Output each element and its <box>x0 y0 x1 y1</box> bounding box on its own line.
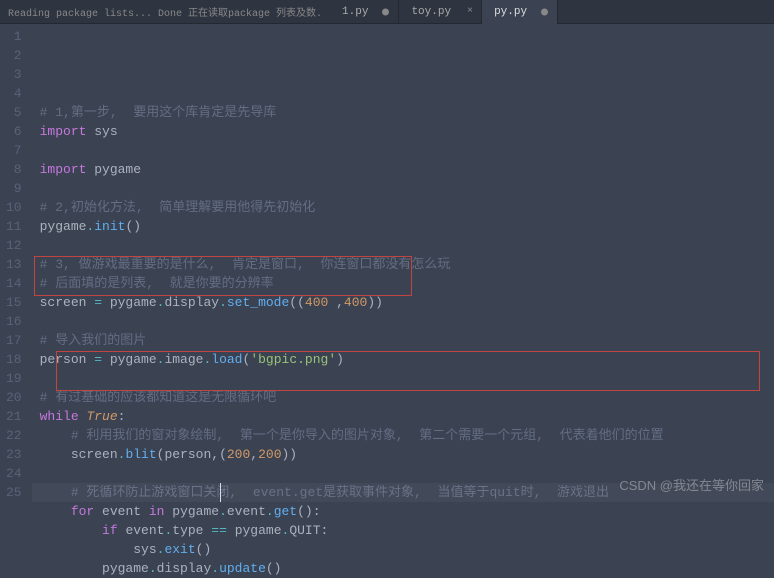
line-number: 13 <box>6 255 22 274</box>
line-number: 18 <box>6 350 22 369</box>
tab-toy[interactable]: toy.py × <box>399 0 482 24</box>
line-number: 16 <box>6 312 22 331</box>
tab-label: py.py <box>494 6 527 18</box>
tab-bar: Reading package lists... Done 正在读取packag… <box>0 0 774 24</box>
code-line[interactable]: for event in pygame.event.get(): <box>40 502 774 521</box>
code-line[interactable] <box>40 141 774 160</box>
line-number: 5 <box>6 103 22 122</box>
code-line[interactable]: pygame.display.update() <box>40 559 774 578</box>
code-line[interactable]: # 后面填的是列表, 就是你要的分辨率 <box>40 274 774 293</box>
line-number: 21 <box>6 407 22 426</box>
code-line[interactable] <box>40 179 774 198</box>
tab-1py[interactable]: 1.py <box>330 0 399 24</box>
dirty-dot-icon <box>382 8 389 15</box>
code-line[interactable]: # 导入我们的图片 <box>40 331 774 350</box>
line-number: 7 <box>6 141 22 160</box>
dirty-dot-icon <box>541 8 548 15</box>
tab-label: 1.py <box>342 6 368 18</box>
code-line[interactable]: # 利用我们的窗对象绘制, 第一个是你导入的图片对象, 第二个需要一个元组, 代… <box>40 426 774 445</box>
line-number: 22 <box>6 426 22 445</box>
line-number: 1 <box>6 27 22 46</box>
line-number: 20 <box>6 388 22 407</box>
code-line[interactable]: # 2,初始化方法, 简单理解要用他得先初始化 <box>40 198 774 217</box>
code-line[interactable]: import pygame <box>40 160 774 179</box>
line-number: 12 <box>6 236 22 255</box>
code-line[interactable]: sys.exit() <box>40 540 774 559</box>
code-line[interactable]: screen.blit(person,(200,200)) <box>40 445 774 464</box>
line-number: 23 <box>6 445 22 464</box>
code-line[interactable]: if event.type == pygame.QUIT: <box>40 521 774 540</box>
code-line[interactable] <box>40 312 774 331</box>
line-number: 24 <box>6 464 22 483</box>
tab-pypy[interactable]: py.py <box>482 0 558 24</box>
code-line[interactable] <box>40 369 774 388</box>
code-line[interactable]: screen = pygame.display.set_mode((400 ,4… <box>40 293 774 312</box>
line-gutter: 1234567891011121314151617181920212223242… <box>0 24 32 500</box>
close-icon[interactable]: × <box>467 0 473 24</box>
line-number: 25 <box>6 483 22 502</box>
line-number: 19 <box>6 369 22 388</box>
line-number: 4 <box>6 84 22 103</box>
line-number: 10 <box>6 198 22 217</box>
line-number: 8 <box>6 160 22 179</box>
line-number: 2 <box>6 46 22 65</box>
code-line[interactable]: import sys <box>40 122 774 141</box>
code-line[interactable]: # 3, 做游戏最重要的是什么, 肯定是窗口, 你连窗口都没有怎么玩 <box>40 255 774 274</box>
status-message: Reading package lists... Done 正在读取packag… <box>0 4 330 20</box>
line-number: 15 <box>6 293 22 312</box>
code-line[interactable]: person = pygame.image.load('bgpic.png') <box>40 350 774 369</box>
line-number: 9 <box>6 179 22 198</box>
code-line[interactable]: # 1,第一步, 要用这个库肯定是先导库 <box>40 103 774 122</box>
tab-label: toy.py <box>411 6 451 18</box>
code-content[interactable]: # 1,第一步, 要用这个库肯定是先导库import sys import pyg… <box>32 24 774 500</box>
line-number: 11 <box>6 217 22 236</box>
code-line[interactable]: pygame.init() <box>40 217 774 236</box>
line-number: 14 <box>6 274 22 293</box>
line-number: 3 <box>6 65 22 84</box>
editor-area[interactable]: 1234567891011121314151617181920212223242… <box>0 24 774 500</box>
code-line[interactable] <box>40 236 774 255</box>
line-number: 17 <box>6 331 22 350</box>
code-line[interactable]: while True: <box>40 407 774 426</box>
code-line[interactable]: # 有过基础的应该都知道这是无限循环吧 <box>40 388 774 407</box>
line-number: 6 <box>6 122 22 141</box>
watermark: CSDN @我还在等你回家 <box>619 475 764 494</box>
